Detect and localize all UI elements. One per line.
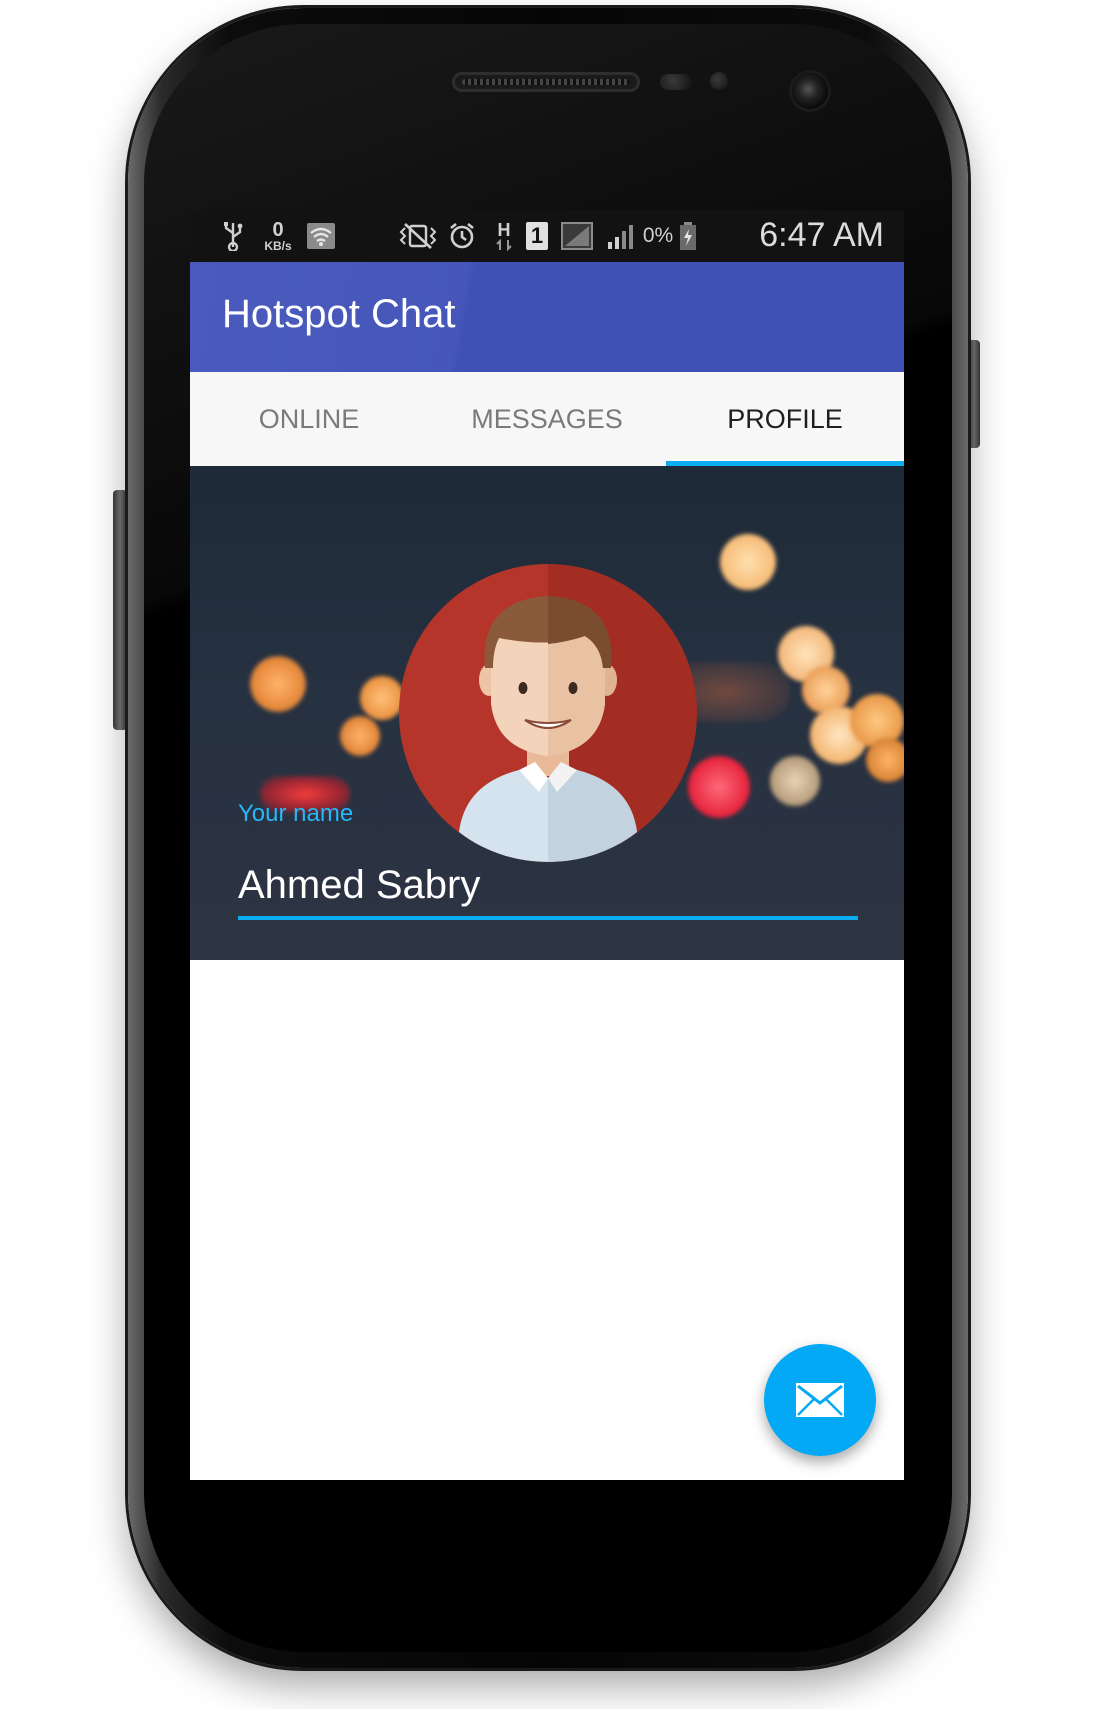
status-bar: 0 KB/s H 1 0% 6:47 AM — [190, 210, 904, 262]
proximity-sensor — [660, 74, 692, 90]
screen: 0 KB/s H 1 0% 6:47 AM Hotspot Chat ONLIN… — [190, 210, 904, 1480]
tab-profile[interactable]: PROFILE — [666, 372, 904, 466]
name-field-label: Your name — [238, 800, 354, 827]
volume-button — [113, 490, 127, 730]
vibrate-mute-icon — [396, 220, 440, 252]
data-arrows-icon: H — [492, 220, 516, 252]
status-time: 6:47 AM — [759, 216, 884, 254]
light-sensor — [710, 72, 728, 90]
sim-icon: 1 — [524, 220, 550, 252]
front-camera — [792, 73, 828, 109]
device-mockup: 0 KB/s H 1 0% 6:47 AM Hotspot Chat ONLIN… — [0, 0, 1101, 1709]
name-input-underline — [238, 916, 858, 920]
tab-profile-label: PROFILE — [727, 403, 843, 434]
tab-bar: ONLINE MESSAGES PROFILE — [190, 372, 904, 466]
earpiece-speaker — [452, 72, 640, 92]
app-bar: Hotspot Chat — [190, 262, 904, 372]
profile-header: Your name — [190, 466, 904, 960]
male-user-avatar-icon — [459, 596, 637, 862]
alarm-icon — [446, 220, 478, 252]
tab-messages-label: MESSAGES — [471, 403, 623, 434]
wifi-icon — [304, 220, 338, 252]
tab-online-label: ONLINE — [258, 403, 360, 434]
network-type-label: H — [497, 220, 511, 240]
signal-icon — [560, 220, 594, 252]
profile-avatar[interactable] — [399, 564, 697, 862]
battery-icon — [678, 220, 698, 252]
battery-percent: 0% — [642, 224, 674, 247]
tab-online[interactable]: ONLINE — [190, 372, 428, 466]
sim-slot-label: 1 — [526, 222, 548, 250]
net-speed-unit: KB/s — [264, 239, 292, 253]
net-speed-value: 0 — [272, 219, 284, 241]
signal-icon — [604, 220, 638, 252]
power-button — [968, 340, 980, 448]
app-title: Hotspot Chat — [222, 292, 456, 336]
compose-message-fab[interactable] — [764, 1344, 876, 1456]
net-speed-indicator: 0 KB/s — [256, 220, 300, 252]
usb-icon — [218, 220, 248, 252]
envelope-icon — [796, 1383, 844, 1417]
tab-messages[interactable]: MESSAGES — [428, 372, 666, 466]
name-input[interactable] — [238, 858, 858, 912]
